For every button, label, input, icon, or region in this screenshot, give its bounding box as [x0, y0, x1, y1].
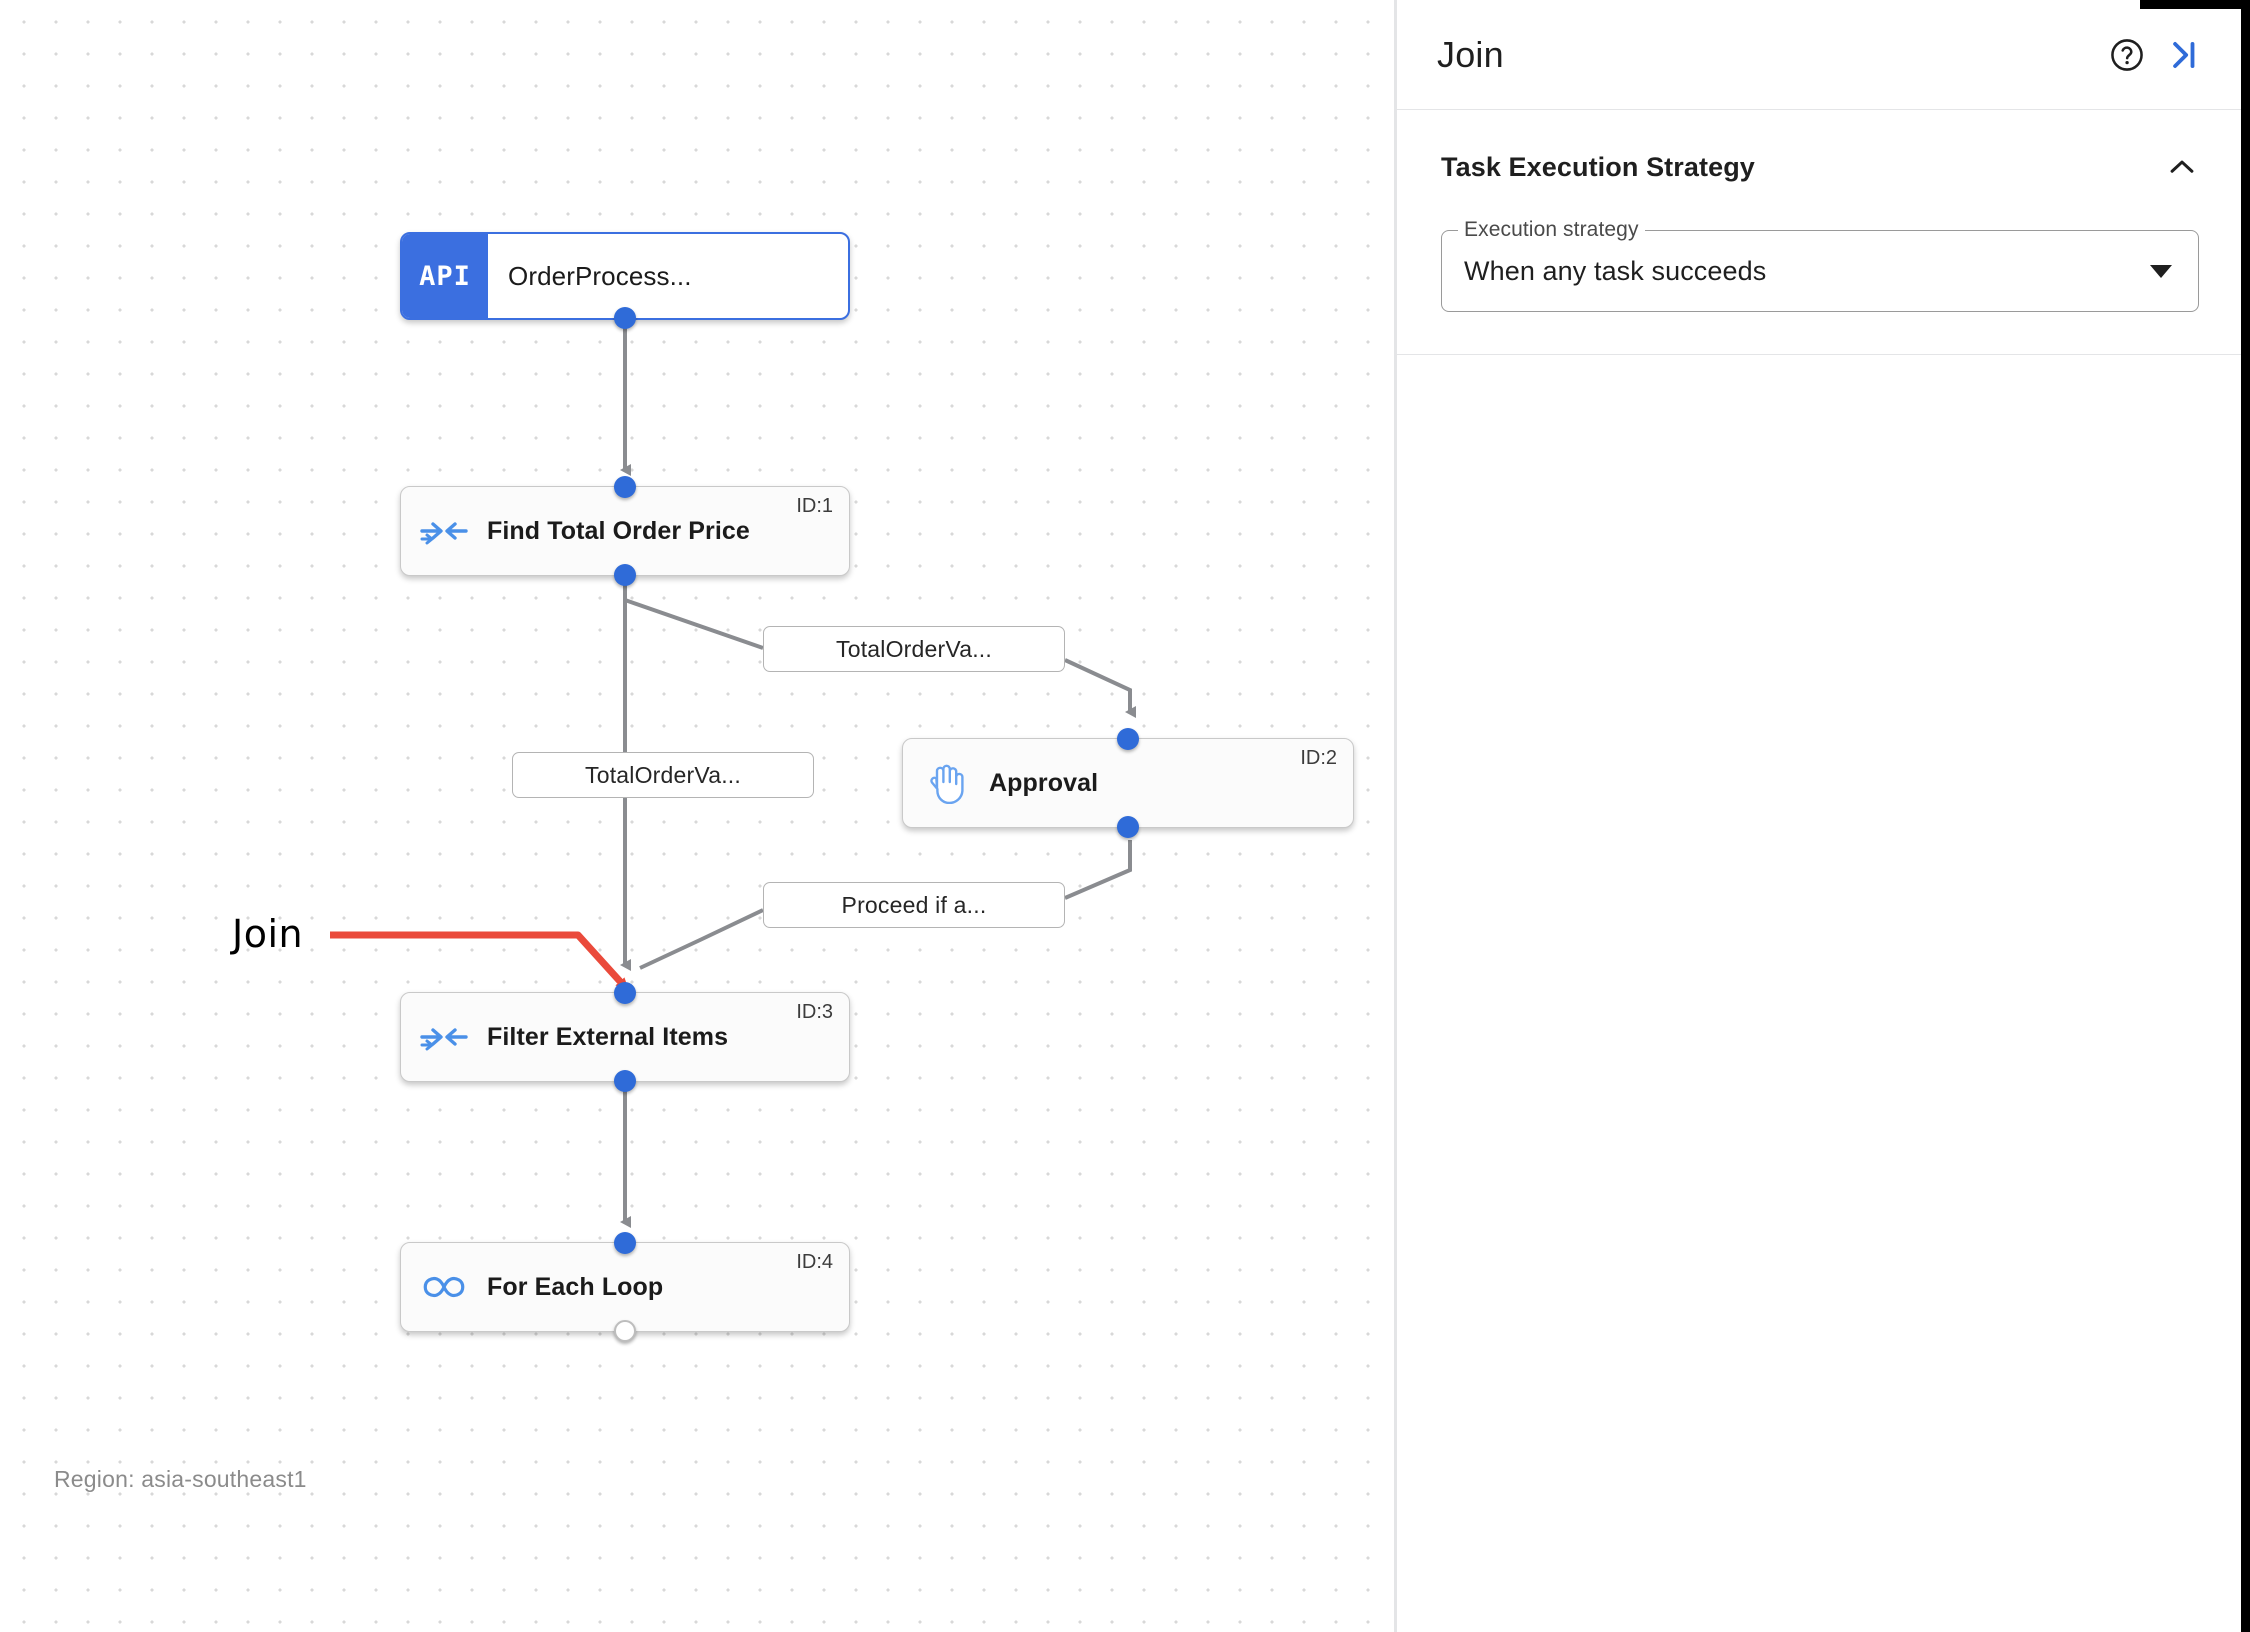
port-out[interactable] — [1117, 816, 1139, 838]
port-in[interactable] — [1117, 728, 1139, 750]
edge-label-text: Proceed if a... — [841, 891, 987, 918]
node-trigger[interactable]: API OrderProcess... — [400, 232, 850, 329]
edge-label3-task3 — [639, 908, 764, 970]
properties-panel: Join Task Execution Strategy Execution s… — [1397, 0, 2243, 1632]
port-out[interactable] — [614, 307, 636, 329]
panel-title: Join — [1437, 33, 1504, 75]
node-id-label: ID:2 — [1300, 747, 1337, 769]
api-icon: API — [402, 234, 488, 318]
edge-approval-label3 — [1064, 840, 1132, 900]
workflow-canvas[interactable]: API OrderProcess... Find Total Order Pri… — [0, 0, 1397, 1632]
edge-label-chip[interactable]: TotalOrderVa... — [763, 626, 1065, 672]
edge-label-text: TotalOrderVa... — [836, 635, 992, 662]
help-circle-icon[interactable] — [2099, 27, 2155, 83]
merge-arrows-icon — [401, 515, 487, 547]
port-in[interactable] — [614, 476, 636, 498]
node-id-label: ID:3 — [796, 1001, 833, 1023]
node-id-label: ID:4 — [796, 1251, 833, 1273]
execution-strategy-value: When any task succeeds — [1464, 255, 1767, 286]
right-edge-bar — [2241, 0, 2250, 1632]
chevron-up-icon[interactable] — [2165, 150, 2199, 184]
caret-down-icon[interactable] — [2150, 264, 2172, 278]
node-title: Filter External Items — [487, 1022, 729, 1051]
node-title: For Each Loop — [487, 1272, 664, 1301]
node-title: Approval — [989, 768, 1099, 797]
annotation-arrow — [330, 931, 630, 992]
section-title: Task Execution Strategy — [1441, 151, 1755, 182]
edge-task1-label1 — [623, 580, 764, 650]
node-title: OrderProcess... — [508, 260, 692, 291]
top-right-nub — [2140, 0, 2250, 9]
port-out[interactable] — [614, 1070, 636, 1092]
infinity-loop-icon — [401, 1272, 487, 1302]
execution-strategy-select[interactable]: Execution strategy When any task succeed… — [1441, 218, 2199, 312]
node-approval[interactable]: Approval ID:2 — [902, 728, 1354, 838]
port-out[interactable] — [614, 564, 636, 586]
node-find-total-order-price[interactable]: Find Total Order Price ID:1 — [400, 476, 850, 586]
edge-label1-approval — [1064, 658, 1136, 718]
section-header[interactable]: Task Execution Strategy — [1441, 150, 2199, 184]
merge-arrows-icon — [401, 1021, 487, 1053]
edge-label-chip[interactable]: TotalOrderVa... — [512, 752, 814, 798]
panel-header: Join — [1397, 0, 2243, 110]
annotation-join-label: Join — [232, 912, 304, 956]
task-execution-strategy-section: Task Execution Strategy Execution strate… — [1397, 110, 2243, 355]
node-title: Find Total Order Price — [487, 516, 750, 545]
port-in[interactable] — [614, 982, 636, 1004]
node-for-each-loop[interactable]: For Each Loop ID:4 — [400, 1232, 850, 1342]
workflow-editor-app: API OrderProcess... Find Total Order Pri… — [0, 0, 2250, 1632]
collapse-panel-icon[interactable] — [2155, 27, 2211, 83]
execution-strategy-legend: Execution strategy — [1458, 218, 1645, 242]
region-label: Region: asia-southeast1 — [54, 1466, 307, 1492]
node-id-label: ID:1 — [796, 495, 833, 517]
edge-label-text: TotalOrderVa... — [585, 761, 741, 788]
node-filter-external-items[interactable]: Filter External Items ID:3 — [400, 982, 850, 1092]
port-in[interactable] — [614, 1232, 636, 1254]
raised-hand-icon — [903, 762, 989, 804]
edge-label-chip[interactable]: Proceed if a... — [763, 882, 1065, 928]
port-out[interactable] — [614, 1320, 636, 1342]
